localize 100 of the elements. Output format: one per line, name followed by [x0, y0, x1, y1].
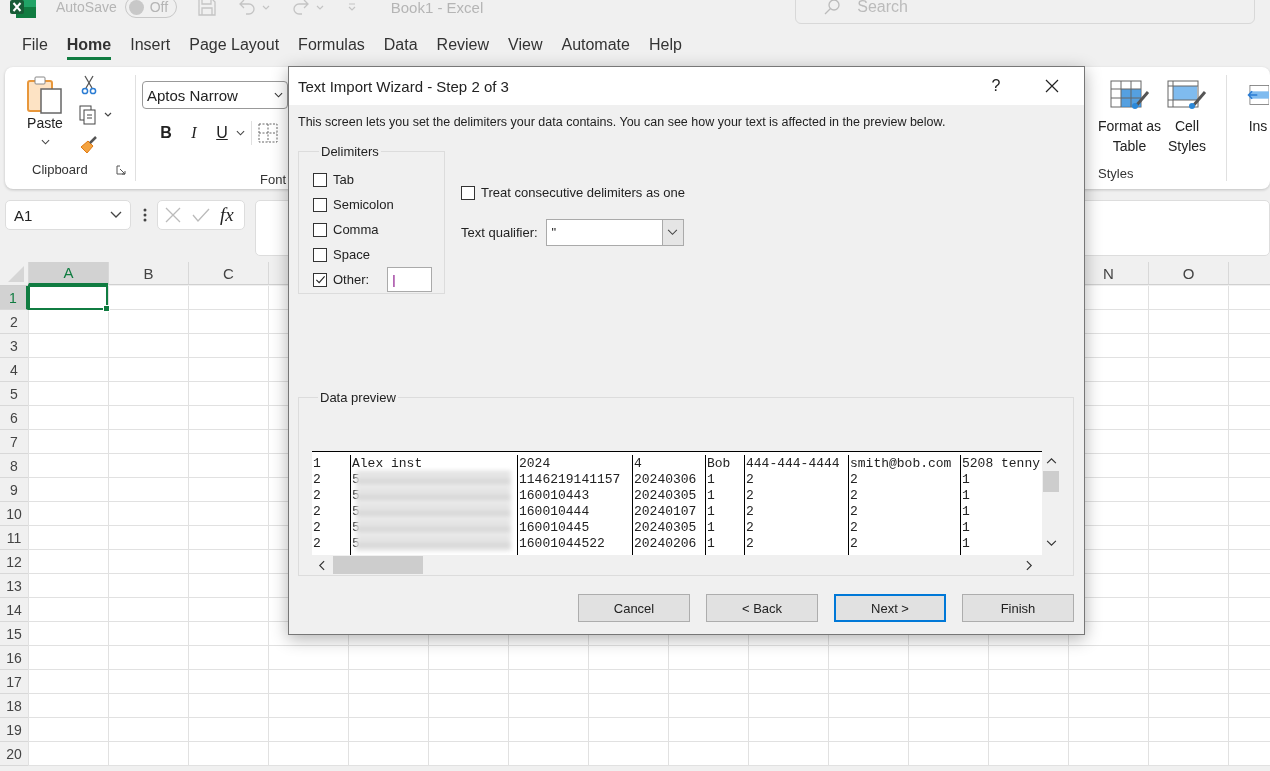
checkbox-label[interactable]: Semicolon: [333, 197, 394, 212]
font-name-dropdown[interactable]: Aptos Narrow: [142, 81, 288, 109]
scissors-icon[interactable]: [79, 75, 99, 95]
checkbox-label[interactable]: Space: [333, 247, 370, 262]
table-cell: 160010445: [518, 519, 590, 535]
table-cell: 2024: [518, 455, 551, 471]
description-text: This screen lets you set the delimiters your data contains. You can see how your text is affected in the preview below.: [298, 115, 947, 129]
dialog-launcher-icon[interactable]: [115, 164, 126, 175]
italic-button[interactable]: I: [180, 124, 208, 142]
table-cell: 5: [351, 519, 360, 535]
column-header[interactable]: C: [188, 262, 268, 285]
table-cell: 1: [961, 519, 970, 535]
more-icon[interactable]: [143, 207, 147, 223]
table-cell: 2: [849, 503, 858, 519]
format-painter-icon[interactable]: [79, 135, 99, 155]
ribbon-tab[interactable]: View: [508, 36, 543, 60]
checkbox[interactable]: [313, 172, 327, 187]
checkbox-label[interactable]: Tab: [333, 172, 354, 187]
checkbox[interactable]: [313, 222, 327, 237]
scroll-left-icon[interactable]: [318, 559, 325, 571]
table-cell: 1: [961, 471, 970, 487]
bold-button[interactable]: B: [152, 124, 180, 142]
table-cell: 2: [849, 535, 858, 551]
table-cell: Alex inst: [351, 455, 423, 471]
scroll-up-icon[interactable]: [1045, 457, 1057, 464]
column-header[interactable]: A: [28, 262, 108, 285]
spreadsheet-app-icon: [10, 0, 36, 18]
active-cell[interactable]: [28, 285, 108, 310]
group-label: Font: [259, 172, 287, 187]
group-label: Data preview: [319, 390, 397, 405]
table-cell: 2: [312, 471, 321, 487]
table-cell: 1: [961, 535, 970, 551]
group-label: Clipboard: [32, 162, 88, 177]
checkbox-label[interactable]: Treat consecutive delimiters as one: [481, 185, 685, 200]
ribbon-tab[interactable]: Automate: [561, 36, 630, 60]
field-label: Text qualifier:: [461, 225, 538, 240]
dialog-button[interactable]: Finish: [962, 594, 1074, 622]
table-cell: 1: [961, 503, 970, 519]
table-cell: 20240306: [633, 471, 697, 487]
input-field[interactable]: |: [387, 267, 433, 292]
table-cell: 2: [312, 519, 321, 535]
ribbon-tab[interactable]: Page Layout: [189, 36, 280, 60]
table-cell: 20240107: [633, 503, 697, 519]
table-cell: 1: [312, 455, 321, 471]
table-cell: 5208 tenny: [961, 455, 1040, 471]
ribbon-tab[interactable]: Review: [436, 36, 490, 60]
column-header[interactable]: B: [108, 262, 188, 285]
ribbon-tab[interactable]: File: [22, 36, 48, 60]
dialog-button[interactable]: Cancel: [578, 594, 690, 622]
checkbox-label[interactable]: Comma: [333, 222, 379, 237]
column-header[interactable]: O: [1148, 262, 1228, 285]
table-cell: 2: [849, 519, 858, 535]
table-cell: 160010443: [518, 487, 590, 503]
checkbox-label[interactable]: Other:: [333, 272, 370, 287]
scroll-down-icon[interactable]: [1045, 540, 1057, 547]
underline-button[interactable]: U: [208, 124, 236, 142]
scroll-thumb[interactable]: [333, 556, 423, 574]
text-qualifier-dropdown[interactable]: ": [545, 219, 684, 246]
table-cell: 5: [351, 471, 360, 487]
ribbon-tab[interactable]: Formulas: [298, 36, 365, 60]
ribbon-tab[interactable]: Insert: [130, 36, 171, 60]
ribbon-tab[interactable]: Help: [648, 36, 682, 60]
table-cell: 20240305: [633, 487, 697, 503]
insert-function-button[interactable]: fx: [220, 204, 234, 226]
caret-icon[interactable]: [236, 130, 245, 136]
checkbox[interactable]: [461, 185, 475, 200]
table-cell: 16001044522: [518, 535, 605, 551]
clipboard-icon: [25, 75, 65, 115]
table-cell: 20240206: [633, 535, 697, 551]
cell-styles-button[interactable]: Cell Styles: [1167, 80, 1207, 166]
format-as-table-button[interactable]: Format as Table: [1098, 80, 1161, 166]
ribbon-tab[interactable]: Data: [383, 36, 418, 60]
checkbox[interactable]: [313, 272, 327, 287]
group-label: Styles: [1098, 166, 1135, 181]
table-cell: 1146219141157: [518, 471, 621, 487]
checkbox[interactable]: [313, 197, 327, 212]
table-cell: 2: [745, 471, 754, 487]
dialog-button[interactable]: Next >: [834, 594, 946, 622]
table-cell: 2: [745, 519, 754, 535]
table-cell: 1: [706, 535, 715, 551]
checkbox[interactable]: [313, 247, 327, 262]
table-cell: 1: [706, 503, 715, 519]
table-brush-icon: [1167, 80, 1207, 110]
paste-button[interactable]: Paste: [19, 75, 71, 162]
table-cell: 2: [849, 487, 858, 503]
insert-button[interactable]: Ins: [1247, 80, 1269, 189]
copy-icon[interactable]: [79, 105, 113, 125]
table-cell: 2: [849, 471, 858, 487]
checkmark-icon[interactable]: [192, 206, 210, 224]
dialog-button[interactable]: < Back: [706, 594, 818, 622]
search-icon: [824, 0, 841, 15]
table-cell: 1: [961, 487, 970, 503]
scroll-thumb[interactable]: [1043, 471, 1059, 492]
caret-icon: [274, 92, 283, 98]
window-title: Book1 - Excel: [390, 0, 484, 16]
name-box[interactable]: A1: [5, 200, 131, 230]
help-button[interactable]: ?: [986, 77, 1006, 95]
ribbon-tab[interactable]: Home: [66, 36, 112, 60]
scroll-right-icon[interactable]: [1026, 559, 1033, 571]
table-cell: 1: [706, 471, 715, 487]
